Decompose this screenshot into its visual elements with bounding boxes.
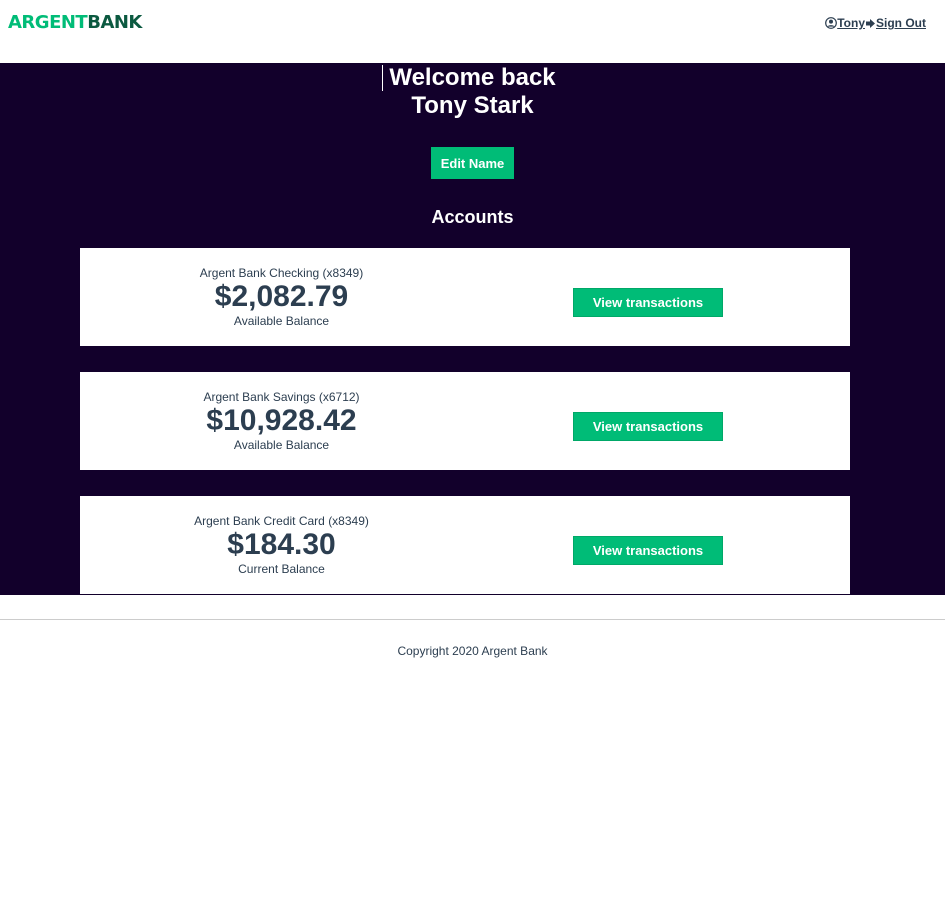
accounts-heading: Accounts (431, 207, 514, 227)
view-transactions-button[interactable]: View transactions (573, 536, 723, 565)
account-amount: $184.30 (227, 528, 336, 561)
account-credit-card: Argent Bank Credit Card (x8349) $184.30 … (80, 496, 850, 594)
account-content: Argent Bank Checking (x8349) $2,082.79 A… (80, 248, 483, 346)
user-profile-link[interactable]: Tony (825, 16, 865, 30)
account-amount: $10,928.42 (206, 404, 357, 437)
text-cursor (382, 65, 383, 91)
account-checking: Argent Bank Checking (x8349) $2,082.79 A… (80, 248, 850, 346)
account-title: Argent Bank Credit Card (x8349) (194, 514, 369, 528)
account-content: Argent Bank Credit Card (x8349) $184.30 … (80, 496, 483, 594)
main-nav: ARGENTBANK Tony Sign Out (0, 0, 945, 63)
account-amount-description: Available Balance (233, 314, 330, 328)
sign-out-link[interactable]: Sign Out (865, 16, 926, 30)
account-title: Argent Bank Checking (x8349) (199, 266, 364, 280)
view-transactions-button[interactable]: View transactions (573, 412, 723, 441)
user-name-label: Tony (837, 16, 865, 30)
user-circle-icon (825, 17, 838, 29)
logo-bank: BANK (87, 12, 142, 33)
logo-argent: ARGENT (8, 12, 88, 33)
view-transactions-button[interactable]: View transactions (573, 288, 723, 317)
account-savings: Argent Bank Savings (x6712) $10,928.42 A… (80, 372, 850, 470)
welcome-line: Welcome back (389, 64, 556, 91)
main-content: Welcome back Tony Stark Edit Name Accoun… (0, 63, 945, 595)
account-amount-description: Available Balance (233, 438, 330, 452)
account-content: Argent Bank Savings (x6712) $10,928.42 A… (80, 372, 483, 470)
account-amount: $2,082.79 (214, 280, 349, 313)
footer: Copyright 2020 Argent Bank (0, 619, 945, 658)
account-amount-description: Current Balance (238, 562, 325, 576)
page-title: Welcome back Tony Stark (0, 63, 945, 120)
user-full-name: Tony Stark (411, 92, 534, 119)
account-title: Argent Bank Savings (x6712) (203, 390, 360, 404)
edit-name-button[interactable]: Edit Name (430, 147, 515, 179)
sign-out-icon (865, 18, 876, 29)
logo[interactable]: ARGENTBANK (8, 12, 142, 33)
nav-user-links: Tony Sign Out (825, 16, 926, 30)
copyright-text: Copyright 2020 Argent Bank (397, 644, 548, 658)
sign-out-label: Sign Out (876, 16, 926, 30)
